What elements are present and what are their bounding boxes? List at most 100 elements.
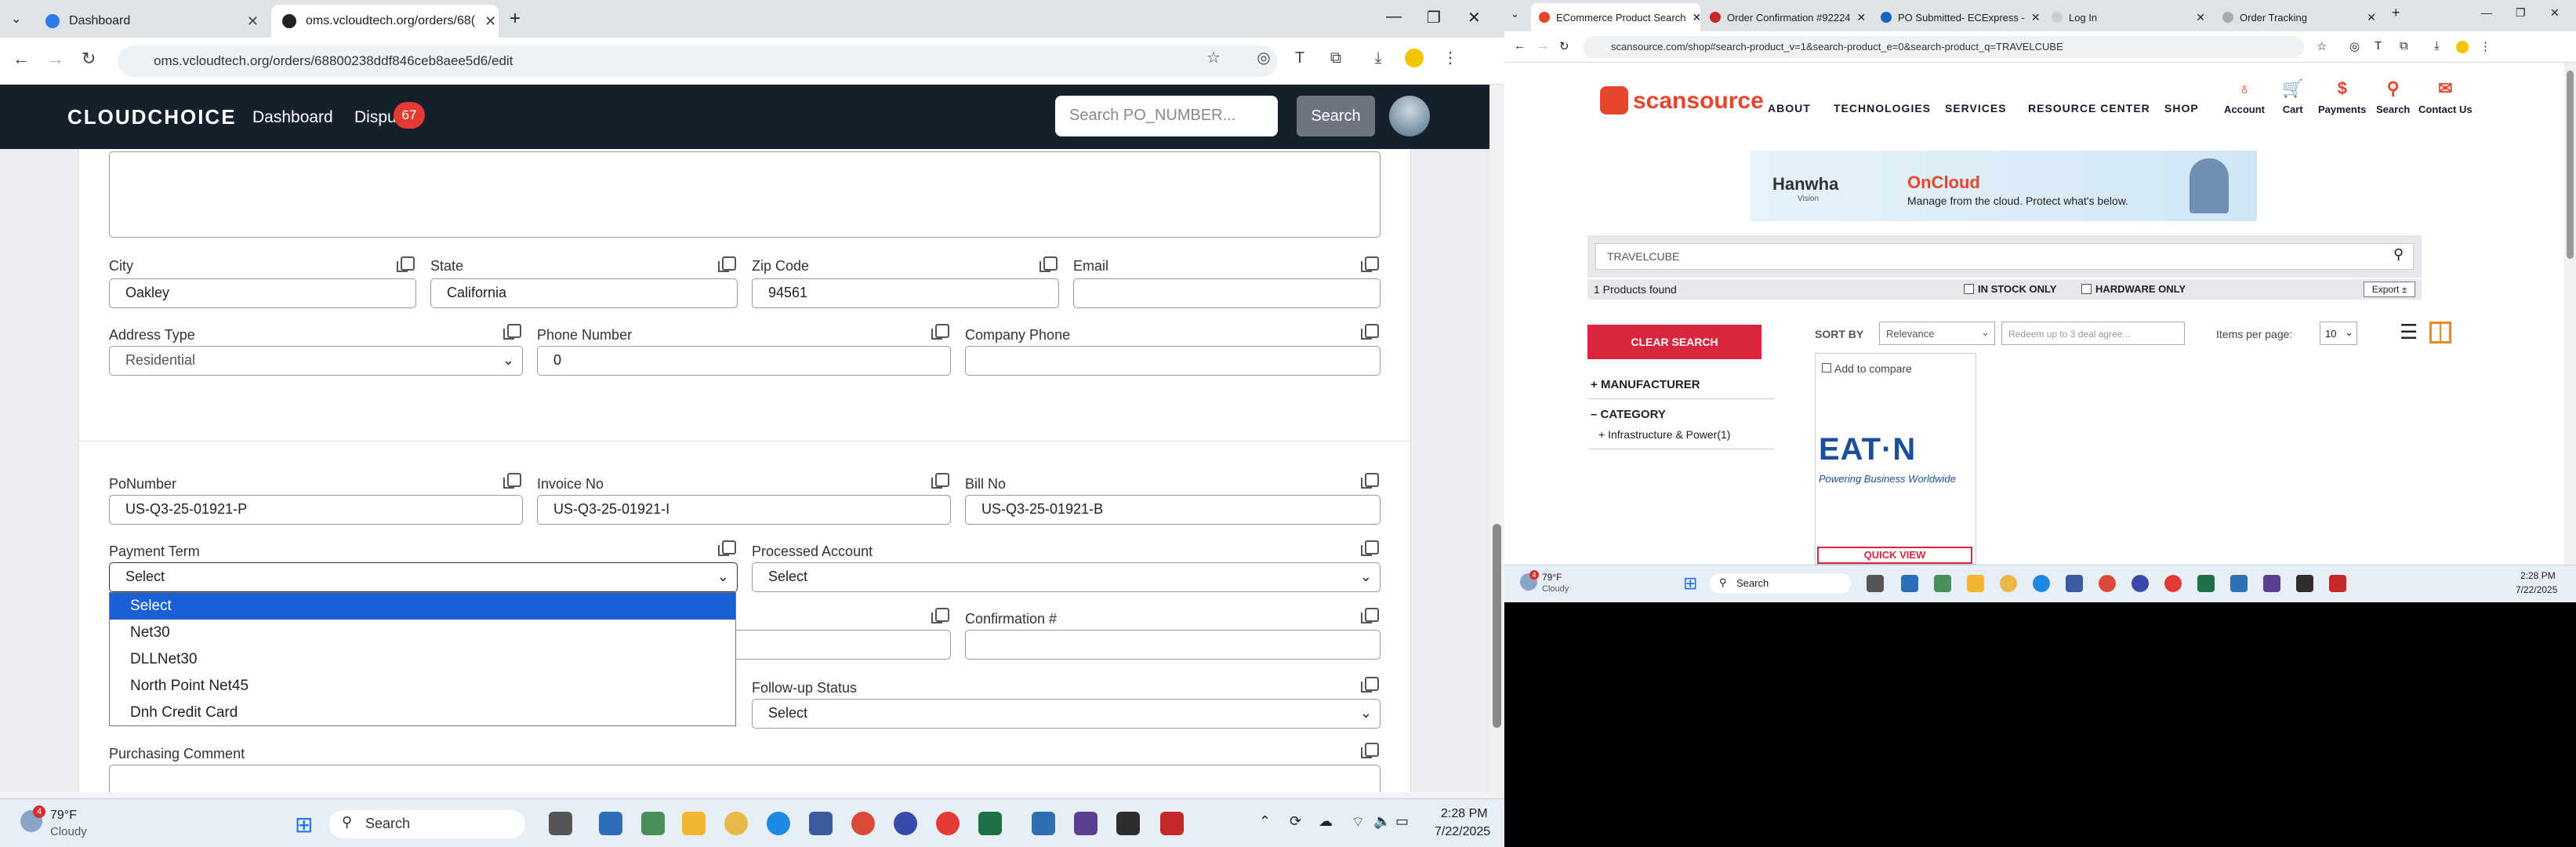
clock-date[interactable]: 7/22/2025 [1435, 825, 1490, 839]
volume-icon[interactable]: 🔈 [1373, 813, 1391, 830]
acrobat-icon[interactable] [1160, 812, 1184, 835]
app-icon[interactable] [2296, 575, 2313, 592]
teams-icon[interactable] [1074, 812, 1098, 835]
cloud-icon[interactable]: ☁ [1319, 813, 1333, 830]
copy-icon[interactable] [1361, 324, 1379, 340]
cart-link[interactable]: 🛒 Cart [2282, 78, 2303, 115]
back-icon[interactable]: ← [13, 49, 30, 69]
option-dnh-credit-card[interactable]: Dnh Credit Card [110, 700, 735, 726]
close-icon[interactable]: ✕ [1857, 11, 1867, 24]
zip-field[interactable]: 94561 [752, 278, 1059, 308]
extension-icon[interactable]: ◎ [2349, 39, 2360, 53]
phone-field[interactable]: 0 [537, 346, 951, 376]
quick-view-button[interactable]: QUICK VIEW [1817, 547, 1972, 564]
copy-icon[interactable] [1361, 608, 1379, 623]
copy-icon[interactable] [397, 256, 415, 272]
url-field[interactable]: scansource.com/shop#search-product_v=1&s… [1583, 36, 2304, 58]
close-icon[interactable]: ✕ [247, 13, 259, 30]
email-field[interactable] [1073, 278, 1381, 308]
purchasing-comment-textarea[interactable] [109, 765, 1381, 792]
battery-icon[interactable]: ▭ [1395, 813, 1409, 830]
wifi-icon[interactable]: ⌔ [1351, 813, 1365, 831]
scansource-logo-mark[interactable] [1600, 86, 1628, 115]
restore-icon[interactable]: ❐ [2516, 6, 2526, 20]
export-button[interactable]: Export ± [2364, 282, 2415, 297]
excel-icon[interactable] [2197, 575, 2215, 592]
copy-icon[interactable] [1361, 677, 1379, 693]
nav-dashboard[interactable]: Dashboard [252, 108, 333, 127]
app-icon[interactable] [2230, 575, 2248, 592]
grid-view-icon[interactable] [2429, 322, 2451, 344]
category-filter[interactable]: – CATEGORY [1591, 408, 1666, 421]
tab-search-icon[interactable]: ⌄ [11, 11, 21, 27]
copy-icon[interactable] [931, 324, 949, 340]
profile-icon[interactable] [1405, 49, 1424, 67]
product-search-input[interactable]: TRAVELCUBE [1595, 243, 2414, 270]
taskbar-search[interactable]: ⚲ Search [1710, 573, 1851, 594]
page-scrollbar[interactable] [1489, 85, 1504, 798]
reload-icon[interactable]: ↻ [82, 49, 96, 69]
search-button[interactable]: Search [1297, 96, 1375, 136]
payment-term-select[interactable]: Select ⌄ [109, 562, 738, 592]
tab-dashboard[interactable]: Dashboard ✕ [34, 5, 270, 38]
scrollbar-thumb[interactable] [1493, 524, 1501, 728]
app-icon[interactable] [1032, 812, 1055, 835]
close-icon[interactable]: ✕ [2196, 11, 2205, 24]
hardware-checkbox[interactable] [2081, 284, 2092, 294]
copy-icon[interactable] [1361, 256, 1379, 272]
extensions-puzzle-icon[interactable]: ⧉ [2400, 39, 2408, 53]
state-field[interactable]: California [430, 278, 738, 308]
app-icon[interactable] [894, 812, 917, 835]
copy-icon[interactable] [1039, 256, 1058, 272]
chrome-icon[interactable] [936, 812, 960, 835]
calculator-icon[interactable] [1934, 575, 1951, 592]
task-view-icon[interactable] [549, 812, 572, 835]
download-icon[interactable]: ⤓ [2434, 39, 2440, 53]
extensions-puzzle-icon[interactable]: ⧉ [1326, 49, 1345, 67]
address-textarea[interactable] [109, 151, 1381, 238]
menu-dots-icon[interactable]: ⋮ [1441, 49, 1460, 67]
sort-select[interactable]: Relevance ⌄ [1879, 322, 1995, 345]
po-search-input[interactable]: Search PO_NUMBER... [1055, 96, 1278, 136]
nav-shop[interactable]: SHOP [2164, 102, 2199, 115]
tab-po-submitted[interactable]: PO Submitted- ECExpress - ✕ [1873, 3, 2042, 31]
scrollbar-thumb[interactable] [2567, 71, 2574, 259]
copy-icon[interactable] [931, 473, 949, 489]
close-icon[interactable]: ✕ [1692, 11, 1700, 24]
chrome-icon[interactable] [2164, 575, 2182, 592]
new-tab-button[interactable]: + [510, 8, 521, 30]
option-net30[interactable]: Net30 [110, 620, 735, 646]
extension-icon[interactable]: ◎ [1254, 49, 1273, 67]
tab-search-icon[interactable]: ⌄ [1511, 8, 1519, 20]
items-per-page-select[interactable]: 10 ⌄ [2320, 322, 2357, 345]
address-type-select[interactable]: Residential ⌄ [109, 346, 523, 376]
app-icon[interactable] [599, 812, 622, 835]
tab-order-tracking[interactable]: Order Tracking ✕ [2215, 3, 2384, 31]
processed-account-select[interactable]: Select ⌄ [752, 562, 1381, 592]
windows-start-icon[interactable]: ⊞ [295, 812, 313, 838]
file-explorer-icon[interactable] [1967, 575, 1984, 592]
deal-input[interactable]: Redeem up to 3 deal agree... [2001, 322, 2185, 345]
windows-start-icon[interactable]: ⊞ [1683, 573, 1697, 594]
edge-icon[interactable] [2033, 575, 2050, 592]
copy-icon[interactable] [718, 256, 736, 272]
task-view-icon[interactable] [1867, 575, 1884, 592]
translate-icon[interactable]: T [2375, 39, 2382, 53]
close-window-icon[interactable]: ✕ [2550, 6, 2560, 20]
confirmation-field[interactable] [965, 630, 1381, 660]
sync-icon[interactable]: ⟳ [1290, 813, 1301, 830]
logo[interactable]: CLOUDCHOICE [67, 105, 237, 129]
nav-resource-center[interactable]: RESOURCE CENTER [2028, 102, 2150, 115]
excel-icon[interactable] [978, 812, 1002, 835]
edge-icon[interactable] [767, 812, 790, 835]
taskbar-search[interactable]: ⚲ Search [329, 810, 525, 838]
product-card[interactable]: Add to compare EAT·N Powering Business W… [1815, 353, 1976, 565]
po-field[interactable]: US-Q3-25-01921-P [109, 495, 523, 525]
file-explorer-icon[interactable] [682, 812, 706, 835]
copy-icon[interactable] [1361, 540, 1379, 556]
profile-icon[interactable] [2456, 41, 2469, 53]
copy-icon[interactable] [1361, 473, 1379, 489]
in-stock-checkbox[interactable] [1964, 284, 1974, 294]
minimize-icon[interactable]: — [2481, 6, 2492, 19]
search-icon[interactable]: ⚲ [2393, 246, 2404, 263]
